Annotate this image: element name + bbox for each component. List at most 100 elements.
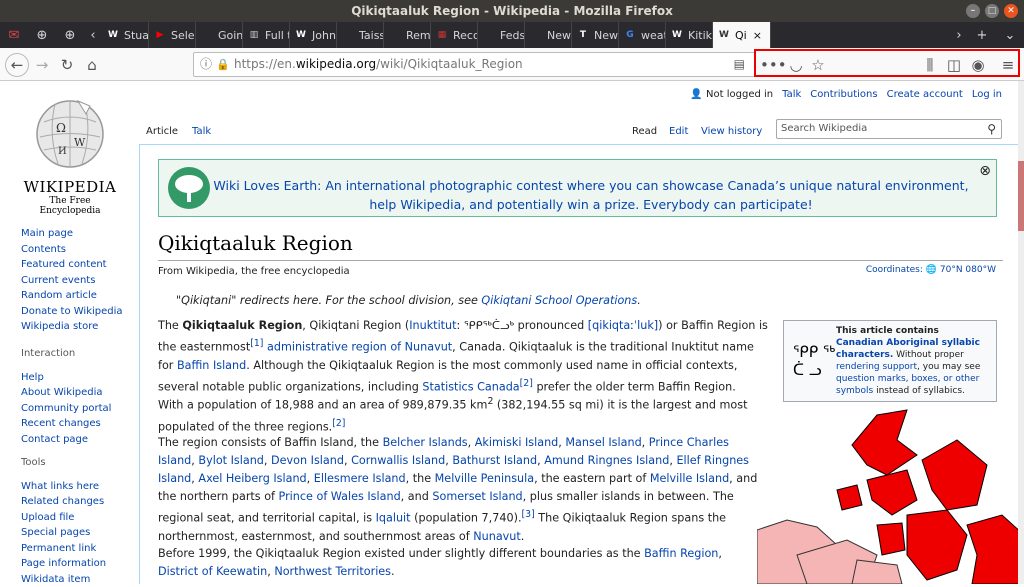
bookmark-star-button[interactable]: ☆ [806, 53, 830, 77]
back-button[interactable]: ← [5, 53, 29, 77]
sidebar-main-link[interactable]: Main page [21, 226, 123, 242]
tab-edit[interactable]: Edit [663, 120, 694, 144]
tab-article[interactable]: Article [140, 120, 184, 144]
browser-tab[interactable]: New boo [525, 22, 572, 48]
link-admin-region[interactable]: administrative region of Nunavut [267, 341, 452, 354]
sidebar-main-link[interactable]: Wikipedia store [21, 319, 123, 335]
rendering-support-link[interactable]: rendering support [836, 362, 917, 372]
sidebar-tools-link[interactable]: What links here [21, 479, 106, 495]
sidebar-main-link[interactable]: Contents [21, 242, 123, 258]
library-button[interactable]: ⫼ [918, 53, 942, 77]
link-baffin-island[interactable]: Baffin Island [177, 359, 246, 372]
link-axel-heiberg[interactable]: Axel Heiberg Island [198, 472, 306, 485]
browser-tab[interactable]: Gweat [619, 22, 666, 48]
link-melville-peninsula[interactable]: Melville Peninsula [435, 472, 534, 485]
link-inuktitut[interactable]: Inuktitut [409, 319, 456, 332]
sidebar-tools-link[interactable]: Permanent link [21, 541, 106, 557]
login-link[interactable]: Log in [972, 89, 1002, 100]
link-nwt[interactable]: Northwest Territories [274, 565, 391, 578]
url-bar[interactable]: ⓘ 🔒 https://en.wikipedia.org/wiki/Qikiqt… [193, 52, 756, 77]
link-mansel[interactable]: Mansel Island [565, 436, 641, 449]
coordinates-value[interactable]: 70°N 080°W [940, 265, 996, 275]
sidebar-main-link[interactable]: Donate to Wikipedia [21, 304, 123, 320]
sidebar-tools-link[interactable]: Upload file [21, 510, 106, 526]
tab-read[interactable]: Read [626, 120, 663, 144]
wikipedia-logo[interactable]: Ω W И WIKIPEDIA The Free Encyclopedia [20, 92, 120, 216]
tabs-scroll-left-button[interactable]: ‹ [84, 22, 102, 48]
link-belcher[interactable]: Belcher Islands [383, 436, 468, 449]
sidebar-main-link[interactable]: Current events [21, 273, 123, 289]
search-input[interactable]: Search Wikipedia ⚲ [776, 119, 1002, 139]
pinned-tab-globe-1[interactable]: ⊕ [28, 22, 56, 48]
user-talk-link[interactable]: Talk [782, 89, 801, 100]
link-iqaluit[interactable]: Iqaluit [376, 512, 411, 525]
link-cornwallis[interactable]: Cornwallis Island [351, 454, 445, 467]
new-tab-button[interactable]: + [968, 22, 996, 48]
sidebar-tools-link[interactable]: Wikidata item [21, 572, 106, 587]
link-melville-island[interactable]: Melville Island [650, 472, 729, 485]
minimize-button[interactable]: – [966, 4, 980, 18]
browser-tab[interactable]: WKitik [666, 22, 713, 48]
link-prince-of-wales[interactable]: Prince of Wales Island [279, 490, 401, 503]
pinned-tab-globe-2[interactable]: ⊕ [56, 22, 84, 48]
link-ellesmere[interactable]: Ellesmere Island [314, 472, 406, 485]
maximize-button[interactable]: □ [985, 4, 999, 18]
browser-tab[interactable]: WStua [102, 22, 149, 48]
browser-tab[interactable]: ▦Reco [431, 22, 478, 48]
pocket-button[interactable]: ◡ [784, 53, 808, 77]
close-window-button[interactable]: ✕ [1004, 4, 1018, 18]
reload-button[interactable]: ↻ [55, 53, 79, 77]
sidebar-interaction-link[interactable]: Contact page [21, 432, 111, 448]
tab-view-history[interactable]: View history [695, 120, 768, 144]
info-icon[interactable]: ⓘ [200, 53, 212, 76]
gmail-pinned-tab[interactable]: ✉ [0, 22, 28, 48]
browser-tab[interactable]: TNew [572, 22, 619, 48]
reader-view-icon[interactable]: ▤ [734, 53, 745, 76]
close-icon[interactable]: ⊗ [979, 163, 991, 179]
tabs-scroll-right-button[interactable]: › [950, 22, 968, 48]
sidebar-interaction-link[interactable]: Recent changes [21, 416, 111, 432]
sidebar-tools-link[interactable]: Related changes [21, 494, 106, 510]
region-map[interactable] [757, 405, 1024, 584]
link-bylot[interactable]: Bylot Island [198, 454, 263, 467]
tab-list-button[interactable]: ⌄ [996, 22, 1024, 48]
banner-text[interactable]: Wiki Loves Earth: An international photo… [211, 176, 971, 214]
sidebar-toggle-button[interactable]: ◫ [942, 53, 966, 77]
ref-1[interactable]: [1] [250, 338, 263, 349]
tab-talk[interactable]: Talk [186, 120, 217, 144]
browser-tab[interactable]: WJohn [290, 22, 337, 48]
link-devon[interactable]: Devon Island [271, 454, 344, 467]
link-akimiski[interactable]: Akimiski Island [475, 436, 559, 449]
sidebar-tools-link[interactable]: Page information [21, 556, 106, 572]
sidebar-interaction-link[interactable]: Community portal [21, 401, 111, 417]
create-account-link[interactable]: Create account [887, 89, 963, 100]
sidebar-interaction-link[interactable]: Help [21, 370, 111, 386]
page-scrollbar[interactable] [1018, 81, 1024, 584]
hatnote-link[interactable]: Qikiqtani School Operations [481, 294, 637, 307]
extension-button[interactable]: ◉ [966, 53, 990, 77]
browser-tab[interactable]: Taissum [337, 22, 384, 48]
sidebar-interaction-link[interactable]: About Wikipedia [21, 385, 111, 401]
sidebar-main-link[interactable]: Random article [21, 288, 123, 304]
tab-active[interactable]: WQi× [713, 22, 771, 48]
coordinates[interactable]: Coordinates: 🌐 70°N 080°W [866, 265, 996, 275]
user-contributions-link[interactable]: Contributions [810, 89, 877, 100]
link-keewatin[interactable]: District of Keewatin [158, 565, 267, 578]
link-somerset[interactable]: Somerset Island [432, 490, 522, 503]
link-bathurst[interactable]: Bathurst Island [452, 454, 537, 467]
browser-tab[interactable]: Goin [196, 22, 243, 48]
home-button[interactable]: ⌂ [80, 53, 104, 77]
ref-2[interactable]: [2] [520, 378, 533, 389]
link-baffin-region[interactable]: Baffin Region [644, 547, 718, 560]
browser-tab[interactable]: Feds ren [478, 22, 525, 48]
browser-tab[interactable]: Rememl [384, 22, 431, 48]
ref-2b[interactable]: [2] [332, 418, 345, 429]
scrollbar-thumb[interactable] [1018, 161, 1024, 231]
menu-button[interactable]: ≡ [996, 53, 1020, 77]
browser-tab[interactable]: ▶Sele [149, 22, 196, 48]
link-nunavut[interactable]: Nunavut [473, 530, 521, 543]
link-ipa[interactable]: [qikiqtaːˈluk] [588, 319, 658, 332]
link-amund-ringnes[interactable]: Amund Ringnes Island [544, 454, 669, 467]
page-actions-button[interactable]: ••• [760, 53, 784, 77]
forward-button[interactable]: → [30, 53, 54, 77]
